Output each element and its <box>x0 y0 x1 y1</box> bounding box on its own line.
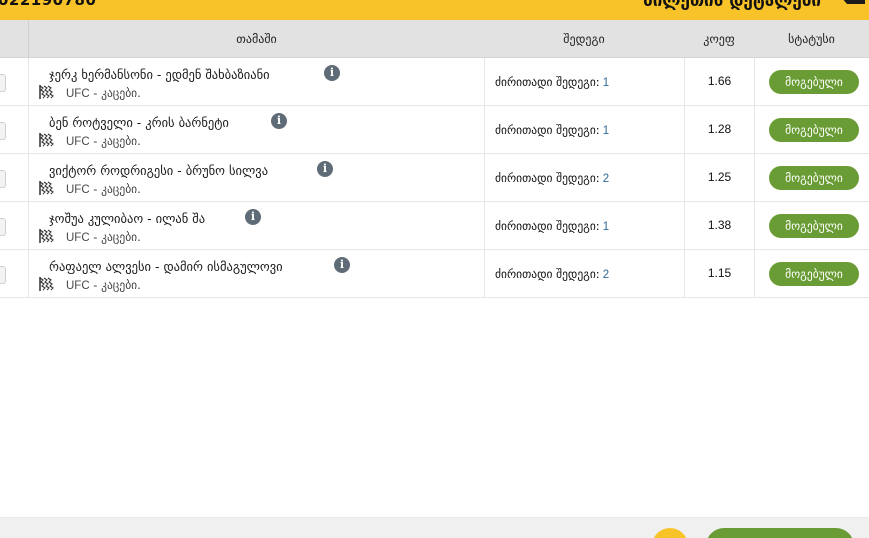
bet-result: ძირითადი შედეგი: 1 <box>495 219 609 233</box>
result-label: ძირითადი შედეგი: <box>495 75 600 89</box>
table-row: ჯოშუა კულიბაო - ილან შა i UFC - კაცები. ძირ… <box>0 202 869 250</box>
row-expand-tab[interactable] <box>0 170 6 188</box>
column-divider <box>754 250 755 298</box>
result-label: ძირითადი შედეგი: <box>495 219 600 233</box>
checkered-flag-icon <box>39 277 54 291</box>
row-expand-tab[interactable] <box>0 266 6 284</box>
result-label: ძირითადი შედეგი: <box>495 267 600 281</box>
bet-result: ძირითადი შედეგი: 2 <box>495 171 609 185</box>
column-divider <box>754 106 755 154</box>
sport-name: UFC <box>66 136 90 148</box>
row-expand-tab[interactable] <box>0 218 6 236</box>
column-divider <box>28 202 29 250</box>
league-label: UFC - კაცები. <box>66 230 141 244</box>
column-header-odds: კოეფ <box>703 32 735 46</box>
column-divider <box>754 202 755 250</box>
ticket-header-bar: 022190780 ბილეთის დეტალები <box>0 0 869 20</box>
row-expand-tab[interactable] <box>0 122 6 140</box>
odds-value: 1.25 <box>707 170 732 184</box>
odds-value: 1.66 <box>707 74 732 88</box>
column-header-status: სტატუსი <box>788 32 835 46</box>
column-divider <box>28 106 29 154</box>
match-name: ბენ როტველი - კრის ბარნეტი <box>49 115 229 130</box>
match-name: ჯოშუა კულიბაო - ილან შა <box>49 211 206 226</box>
column-divider <box>484 106 485 154</box>
close-icon[interactable] <box>841 0 865 8</box>
league-label: UFC - კაცები. <box>66 86 141 100</box>
info-icon[interactable]: i <box>245 209 261 225</box>
ticket-footer <box>0 517 869 538</box>
status-badge-won[interactable]: მოგებული <box>769 262 859 286</box>
column-header-result: შედეგი <box>563 32 605 46</box>
status-badge-won[interactable]: მოგებული <box>769 70 859 94</box>
odds-value: 1.28 <box>707 122 732 136</box>
sport-name: UFC <box>66 184 90 196</box>
match-name: ჯერკ ხერმანსონი - ედმენ შახბაზიანი <box>49 67 270 82</box>
footer-round-button[interactable] <box>652 528 688 538</box>
checkered-flag-icon <box>39 85 54 99</box>
match-name: ვიქტორ როდრიგესი - ბრუნო სილვა <box>49 163 269 178</box>
status-badge-won[interactable]: მოგებული <box>769 166 859 190</box>
column-header-match: თამაში <box>236 32 277 46</box>
column-divider <box>484 58 485 106</box>
column-divider <box>484 202 485 250</box>
league-suffix: - კაცები. <box>93 134 141 148</box>
column-divider <box>484 250 485 298</box>
table-row: რაფაელ ალვესი - დამირ ისმაგულოვი i UFC - კ… <box>0 250 869 298</box>
table-row: ჯერკ ხერმანსონი - ედმენ შახბაზიანი i UFC -… <box>0 58 869 106</box>
bet-result: ძირითადი შედეგი: 1 <box>495 123 609 137</box>
bet-result: ძირითადი შედეგი: 1 <box>495 75 609 89</box>
league-label: UFC - კაცები. <box>66 278 141 292</box>
sport-name: UFC <box>66 88 90 100</box>
league-suffix: - კაცები. <box>93 278 141 292</box>
sport-name: UFC <box>66 232 90 244</box>
checkered-flag-icon <box>39 133 54 147</box>
league-suffix: - კაცები. <box>93 86 141 100</box>
footer-action-button[interactable] <box>706 528 854 538</box>
column-divider <box>28 250 29 298</box>
ticket-title: ბილეთის დეტალები <box>643 0 821 11</box>
row-expand-tab[interactable] <box>0 74 6 92</box>
league-label: UFC - კაცები. <box>66 134 141 148</box>
checkered-flag-icon <box>39 181 54 195</box>
info-icon[interactable]: i <box>334 257 350 273</box>
result-value: 1 <box>602 221 610 233</box>
table-row: ვიქტორ როდრიგესი - ბრუნო სილვა i UFC - კაც… <box>0 154 869 202</box>
column-divider <box>28 154 29 202</box>
result-label: ძირითადი შედეგი: <box>495 171 600 185</box>
result-value: 1 <box>602 77 610 89</box>
info-icon[interactable]: i <box>324 65 340 81</box>
match-name: რაფაელ ალვესი - დამირ ისმაგულოვი <box>49 259 283 274</box>
ticket-id: 022190780 <box>0 0 97 9</box>
column-divider <box>484 154 485 202</box>
result-value: 2 <box>602 173 610 185</box>
column-divider <box>754 58 755 106</box>
column-divider <box>754 154 755 202</box>
odds-value: 1.15 <box>707 266 732 280</box>
sport-name: UFC <box>66 280 90 292</box>
league-suffix: - კაცები. <box>93 182 141 196</box>
info-icon[interactable]: i <box>271 113 287 129</box>
odds-value: 1.38 <box>707 218 732 232</box>
result-label: ძირითადი შედეგი: <box>495 123 600 137</box>
info-icon[interactable]: i <box>317 161 333 177</box>
league-suffix: - კაცები. <box>93 230 141 244</box>
result-value: 1 <box>602 125 610 137</box>
column-divider <box>28 58 29 106</box>
status-badge-won[interactable]: მოგებული <box>769 118 859 142</box>
checkered-flag-icon <box>39 229 54 243</box>
table-row: ბენ როტველი - კრის ბარნეტი i UFC - კაცები.… <box>0 106 869 154</box>
status-badge-won[interactable]: მოგებული <box>769 214 859 238</box>
bet-result: ძირითადი შედეგი: 2 <box>495 267 609 281</box>
result-value: 2 <box>602 269 610 281</box>
table-header: თამაში შედეგი კოეფ სტატუსი <box>0 20 869 58</box>
league-label: UFC - კაცები. <box>66 182 141 196</box>
